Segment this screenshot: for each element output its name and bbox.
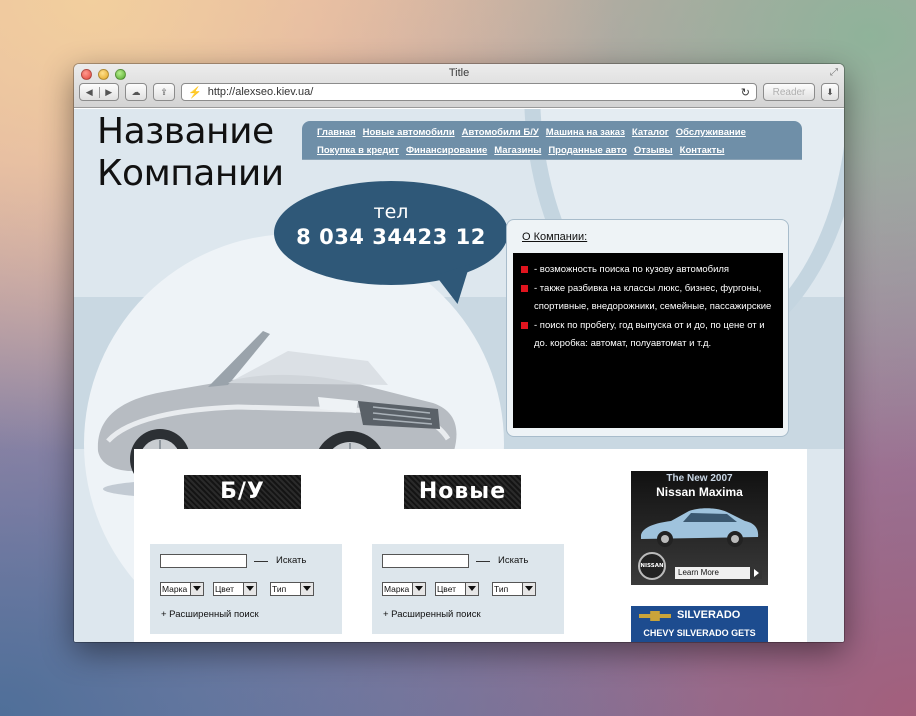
icloud-icon[interactable]: ☁ (125, 83, 147, 101)
url-text: http://alexseo.kiev.ua/ (207, 86, 314, 98)
type-select-value: Тип (272, 584, 287, 594)
color-select-value: Цвет (215, 584, 235, 594)
chevron-down-icon (300, 583, 313, 595)
company-name: Название Компании (97, 111, 284, 195)
type-select[interactable]: Тип (270, 582, 314, 596)
color-select[interactable]: Цвет (435, 582, 479, 596)
reload-icon[interactable]: ↻ (741, 86, 750, 99)
nav-link-home[interactable]: Главная (317, 124, 356, 142)
browser-window: Title ⤢ ◀ ▶ ☁ ⇪ ⚡ http://alexseo.kiev.ua… (74, 64, 844, 642)
nav-link-credit[interactable]: Покупка в кредит (317, 142, 399, 160)
new-cars-heading[interactable]: Новые (404, 475, 521, 509)
phone-label: тел (373, 201, 409, 223)
nav-link-contacts[interactable]: Контакты (680, 142, 725, 160)
ad-headline: The New 2007 (666, 473, 733, 484)
nav-divider (302, 159, 802, 160)
back-icon[interactable]: ◀ (80, 86, 100, 98)
main-navigation: Главная Новые автомобили Автомобили Б/У … (302, 121, 802, 159)
phone-bubble: тел 8 034 34423 12 (274, 181, 508, 285)
new-search-panel: Искать Марка Цвет Тип + Расширенный поис… (372, 544, 564, 634)
phone-number: 8 034 34423 12 (296, 225, 486, 249)
nav-row: Главная Новые автомобили Автомобили Б/У … (317, 124, 788, 142)
fullscreen-icon[interactable]: ⤢ (830, 67, 838, 78)
list-item: - также разбивка на классы люкс, бизнес,… (519, 280, 777, 317)
brand-select[interactable]: Марка (160, 582, 204, 596)
title-bar: Title ⤢ ◀ ▶ ☁ ⇪ ⚡ http://alexseo.kiev.ua… (74, 64, 844, 108)
about-feature-list: - возможность поиска по кузову автомобил… (513, 253, 783, 428)
company-name-line1: Название (97, 111, 274, 152)
search-input[interactable] (160, 554, 247, 568)
ad-model-name: Nissan Maxima (656, 485, 743, 499)
learn-more-label: Learn More (678, 568, 719, 577)
nissan-ad-banner[interactable]: The New 2007 Nissan Maxima NISSAN Learn … (631, 471, 768, 585)
nav-link-used-cars[interactable]: Автомобили Б/У (462, 124, 539, 142)
ad-title: SILVERADO (677, 609, 741, 621)
nav-link-reviews[interactable]: Отзывы (634, 142, 673, 160)
chevrolet-logo (639, 611, 671, 621)
used-cars-heading[interactable]: Б/У (184, 475, 301, 509)
nav-link-financing[interactable]: Финансирование (406, 142, 487, 160)
nav-link-catalog[interactable]: Каталог (632, 124, 669, 142)
list-item: - возможность поиска по кузову автомобил… (519, 261, 777, 280)
chevy-ad-banner[interactable]: SILVERADO CHEVY SILVERADO GETS (631, 606, 768, 642)
color-select-value: Цвет (437, 584, 457, 594)
dash-divider (476, 561, 490, 562)
window-title: Title (448, 67, 470, 79)
download-icon[interactable]: ⬇ (821, 83, 839, 101)
nav-link-service[interactable]: Обслуживание (676, 124, 746, 142)
brand-select-value: Марка (384, 584, 410, 594)
chevron-down-icon (190, 583, 203, 595)
search-button[interactable]: Искать (498, 555, 528, 566)
nav-link-new-cars[interactable]: Новые автомобили (363, 124, 455, 142)
list-item: - поиск по пробегу, год выпуска от и до,… (519, 317, 777, 354)
play-arrow-icon (750, 567, 762, 579)
web-page: Название Компании Главная Новые автомоби… (74, 109, 844, 642)
reader-button[interactable]: Reader (763, 83, 815, 101)
type-select[interactable]: Тип (492, 582, 536, 596)
company-name-line2: Компании (97, 153, 284, 194)
nav-link-custom-order[interactable]: Машина на заказ (546, 124, 625, 142)
type-select-value: Тип (494, 584, 509, 594)
ad-subtitle: CHEVY SILVERADO GETS (643, 628, 756, 638)
nav-link-stores[interactable]: Магазины (494, 142, 541, 160)
nissan-logo: NISSAN (638, 552, 666, 580)
about-title[interactable]: О Компании: (522, 231, 587, 243)
share-icon[interactable]: ⇪ (153, 83, 175, 101)
dash-divider (254, 561, 268, 562)
about-company-box: О Компании: - возможность поиска по кузо… (506, 219, 789, 437)
browser-toolbar: ◀ ▶ ☁ ⇪ ⚡ http://alexseo.kiev.ua/ ↻ Read… (79, 82, 839, 102)
search-input[interactable] (382, 554, 469, 568)
address-bar[interactable]: ⚡ http://alexseo.kiev.ua/ ↻ (181, 83, 757, 101)
chevron-down-icon (522, 583, 535, 595)
brand-select-value: Марка (162, 584, 188, 594)
back-forward-buttons: ◀ ▶ (79, 83, 119, 101)
chevron-down-icon (465, 583, 478, 595)
nav-row: Покупка в кредит Финансирование Магазины… (317, 142, 788, 160)
chevron-down-icon (412, 583, 425, 595)
used-search-panel: Искать Марка Цвет Тип + Расширенный поис… (150, 544, 342, 634)
chevron-down-icon (243, 583, 256, 595)
nav-link-sold-cars[interactable]: Проданные авто (548, 142, 626, 160)
advanced-search-link[interactable]: + Расширенный поиск (383, 609, 481, 620)
link-icon: ⚡ (188, 86, 202, 99)
learn-more-button[interactable]: Learn More (675, 567, 762, 579)
sedan-car-image (641, 508, 759, 547)
color-select[interactable]: Цвет (213, 582, 257, 596)
content-area: Б/У Новые Искать Марка Цвет Тип + Расшир… (134, 449, 807, 642)
brand-select[interactable]: Марка (382, 582, 426, 596)
advanced-search-link[interactable]: + Расширенный поиск (161, 609, 259, 620)
search-button[interactable]: Искать (276, 555, 306, 566)
forward-icon[interactable]: ▶ (100, 87, 119, 98)
